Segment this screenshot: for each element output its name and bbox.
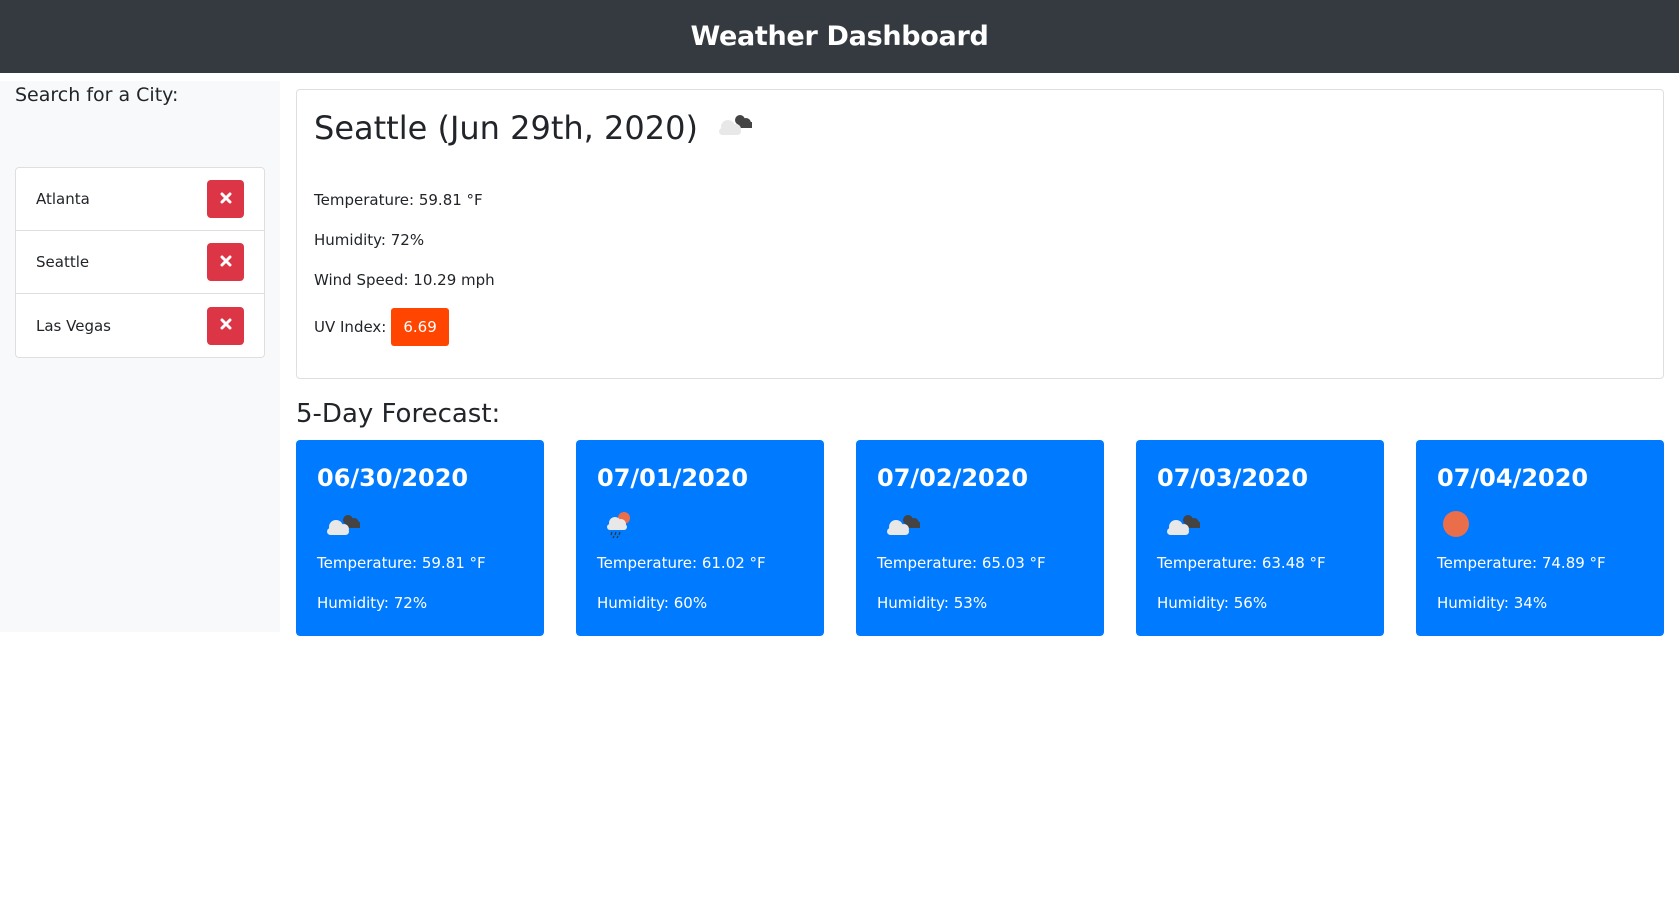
forecast-date: 07/03/2020	[1157, 464, 1309, 492]
forecast-humidity: Humidity: 34%	[1437, 594, 1548, 612]
rain-sun-icon	[602, 511, 642, 543]
forecast-humidity: Humidity: 53%	[877, 594, 988, 612]
current-uv: UV Index: 6.69	[314, 308, 449, 346]
forecast-card: 07/04/2020 Temperature: 74.89 °F Humidit…	[1416, 440, 1664, 636]
forecast-card: 07/01/2020 Temperature: 61.02 °F Humidit…	[576, 440, 824, 636]
city-item[interactable]: Las Vegas	[16, 294, 264, 357]
delete-city-button[interactable]	[207, 180, 244, 218]
forecast-card: 06/30/2020 Temperature: 59.81 °F Humidit…	[296, 440, 544, 636]
close-icon	[220, 254, 232, 271]
broken-clouds-icon	[1162, 511, 1202, 543]
broken-clouds-icon	[714, 108, 754, 148]
current-humidity: Humidity: 72%	[314, 231, 425, 249]
forecast-humidity: Humidity: 60%	[597, 594, 708, 612]
uv-index-badge: 6.69	[391, 308, 449, 346]
forecast-temperature: Temperature: 65.03 °F	[877, 554, 1046, 572]
forecast-temperature: Temperature: 59.81 °F	[317, 554, 486, 572]
forecast-temperature: Temperature: 61.02 °F	[597, 554, 766, 572]
forecast-card: 07/03/2020 Temperature: 63.48 °F Humidit…	[1136, 440, 1384, 636]
uv-label: UV Index:	[314, 318, 387, 336]
clear-sun-icon	[1442, 511, 1482, 543]
city-item[interactable]: Seattle	[16, 231, 264, 294]
app-header: Weather Dashboard	[0, 0, 1679, 73]
broken-clouds-icon	[322, 511, 362, 543]
forecast-title: 5-Day Forecast:	[296, 399, 501, 429]
forecast-date: 07/04/2020	[1437, 464, 1589, 492]
forecast-temperature: Temperature: 63.48 °F	[1157, 554, 1326, 572]
broken-clouds-icon	[882, 511, 922, 543]
city-item[interactable]: Atlanta	[16, 168, 264, 231]
app-title: Weather Dashboard	[690, 21, 989, 52]
forecast-temperature: Temperature: 74.89 °F	[1437, 554, 1606, 572]
close-icon	[220, 317, 232, 334]
sidebar: Search for a City: Atlanta Seattle Las V…	[0, 81, 280, 632]
forecast-date: 07/02/2020	[877, 464, 1029, 492]
forecast-date: 07/01/2020	[597, 464, 749, 492]
forecast-humidity: Humidity: 56%	[1157, 594, 1268, 612]
current-city-title: Seattle (Jun 29th, 2020)	[314, 108, 754, 148]
forecast-humidity: Humidity: 72%	[317, 594, 428, 612]
city-history-list: Atlanta Seattle Las Vegas	[15, 167, 265, 358]
current-temperature: Temperature: 59.81 °F	[314, 191, 483, 209]
close-icon	[220, 191, 232, 208]
city-name[interactable]: Atlanta	[36, 190, 90, 208]
delete-city-button[interactable]	[207, 243, 244, 281]
current-weather-card: Seattle (Jun 29th, 2020) Temperature: 59…	[296, 89, 1664, 379]
current-city-heading: Seattle (Jun 29th, 2020)	[314, 109, 698, 147]
city-name[interactable]: Las Vegas	[36, 317, 111, 335]
search-label: Search for a City:	[15, 84, 179, 106]
forecast-date: 06/30/2020	[317, 464, 469, 492]
forecast-card: 07/02/2020 Temperature: 65.03 °F Humidit…	[856, 440, 1104, 636]
city-name[interactable]: Seattle	[36, 253, 89, 271]
delete-city-button[interactable]	[207, 306, 244, 345]
current-wind-speed: Wind Speed: 10.29 mph	[314, 271, 495, 289]
